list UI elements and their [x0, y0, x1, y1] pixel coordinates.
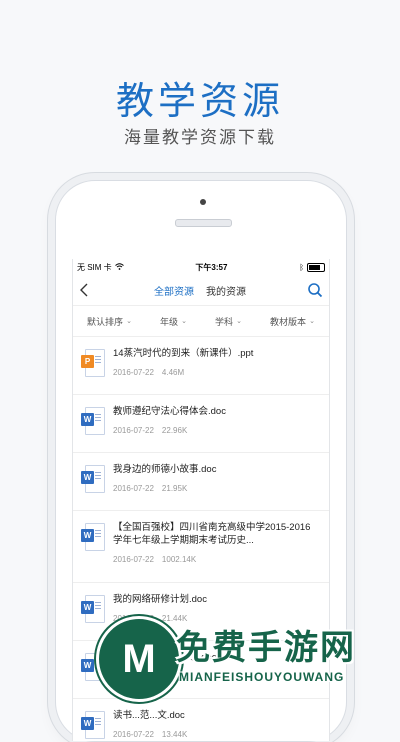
speaker-grille: [175, 219, 232, 227]
chevron-down-icon: ⌄: [309, 318, 315, 325]
file-size: 13.44K: [161, 730, 188, 739]
file-date: 2016-07-22: [113, 555, 154, 564]
word-file-icon: W: [81, 465, 105, 493]
filter-subject[interactable]: 学科 ⌄: [215, 315, 242, 328]
bluetooth-icon: ᛒ: [299, 262, 304, 272]
filter-bar: 默认排序 ⌄ 年级 ⌄ 学科 ⌄ 教材版本 ⌄: [73, 306, 329, 337]
file-title: 14蒸汽时代的到来（新课件）.ppt: [113, 348, 254, 359]
file-size: 4.46M: [161, 368, 185, 377]
wifi-icon: [114, 262, 124, 272]
chevron-down-icon: ⌄: [126, 318, 132, 325]
battery-icon: [307, 262, 325, 272]
filter-label: 默认排序: [87, 316, 124, 327]
filter-label: 学科: [215, 316, 234, 327]
file-date: 2016-07-22: [113, 730, 154, 739]
watermark-text-en: MIANFEISHOUYOUWANG: [179, 670, 345, 684]
status-time: 下午3:57: [195, 262, 228, 272]
filter-grade[interactable]: 年级 ⌄: [160, 315, 187, 328]
list-item[interactable]: W 我身边的师德小故事.doc 2016-07-22 21.95K: [73, 453, 329, 511]
file-size: 22.96K: [161, 426, 188, 435]
filter-edition[interactable]: 教材版本 ⌄: [270, 315, 315, 328]
watermark-logo-icon: M: [96, 616, 182, 702]
watermark: M 免费手游网 MIANFEISHOUYOUWANG: [96, 612, 396, 707]
file-title: 【全国百强校】四川省南充高级中学2015-2016学年七年级上学期期末考试历史.…: [113, 522, 311, 546]
chevron-down-icon: ⌄: [181, 318, 187, 325]
hero-subtitle: 海量教学资源下载: [124, 128, 276, 147]
file-title: 我的网络研修计划.doc: [113, 594, 207, 605]
file-title: 教师遵纪守法心得体会.doc: [113, 406, 226, 417]
nav-bar: 全部资源 我的资源: [73, 275, 329, 306]
file-size: 1002.14K: [161, 555, 197, 564]
status-bar: 无 SIM 卡 下午3:57 ᛒ: [73, 259, 329, 275]
list-item[interactable]: W 教师遵纪守法心得体会.doc 2016-07-22 22.96K: [73, 395, 329, 453]
filter-label: 年级: [160, 316, 179, 327]
file-date: 2016-07-22: [113, 426, 154, 435]
list-item[interactable]: W 【全国百强校】四川省南充高级中学2015-2016学年七年级上学期期末考试历…: [73, 511, 329, 583]
search-icon[interactable]: [307, 282, 323, 298]
filter-label: 教材版本: [270, 316, 307, 327]
word-file-icon: W: [81, 523, 105, 551]
resource-tabs: 全部资源 我的资源: [154, 283, 246, 298]
tab-all-resources[interactable]: 全部资源: [154, 283, 194, 298]
file-date: 2016-07-22: [113, 368, 154, 377]
carrier-label: 无 SIM 卡: [77, 262, 112, 272]
camera-dot: [200, 199, 206, 205]
file-date: 2016-07-22: [113, 484, 154, 493]
chevron-down-icon: ⌄: [236, 318, 242, 325]
back-icon[interactable]: [79, 280, 93, 300]
filter-sort[interactable]: 默认排序 ⌄: [87, 315, 132, 328]
file-size: 21.95K: [161, 484, 188, 493]
word-file-icon: W: [81, 711, 105, 739]
hero-title: 教学资源: [115, 81, 284, 123]
tab-my-resources[interactable]: 我的资源: [206, 283, 246, 298]
watermark-text-cn: 免费手游网: [176, 629, 356, 667]
list-item[interactable]: P 14蒸汽时代的到来（新课件）.ppt 2016-07-22 4.46M: [73, 337, 329, 395]
word-file-icon: W: [81, 407, 105, 435]
file-title: 我身边的师德小故事.doc: [113, 464, 217, 475]
ppt-file-icon: P: [81, 349, 105, 377]
